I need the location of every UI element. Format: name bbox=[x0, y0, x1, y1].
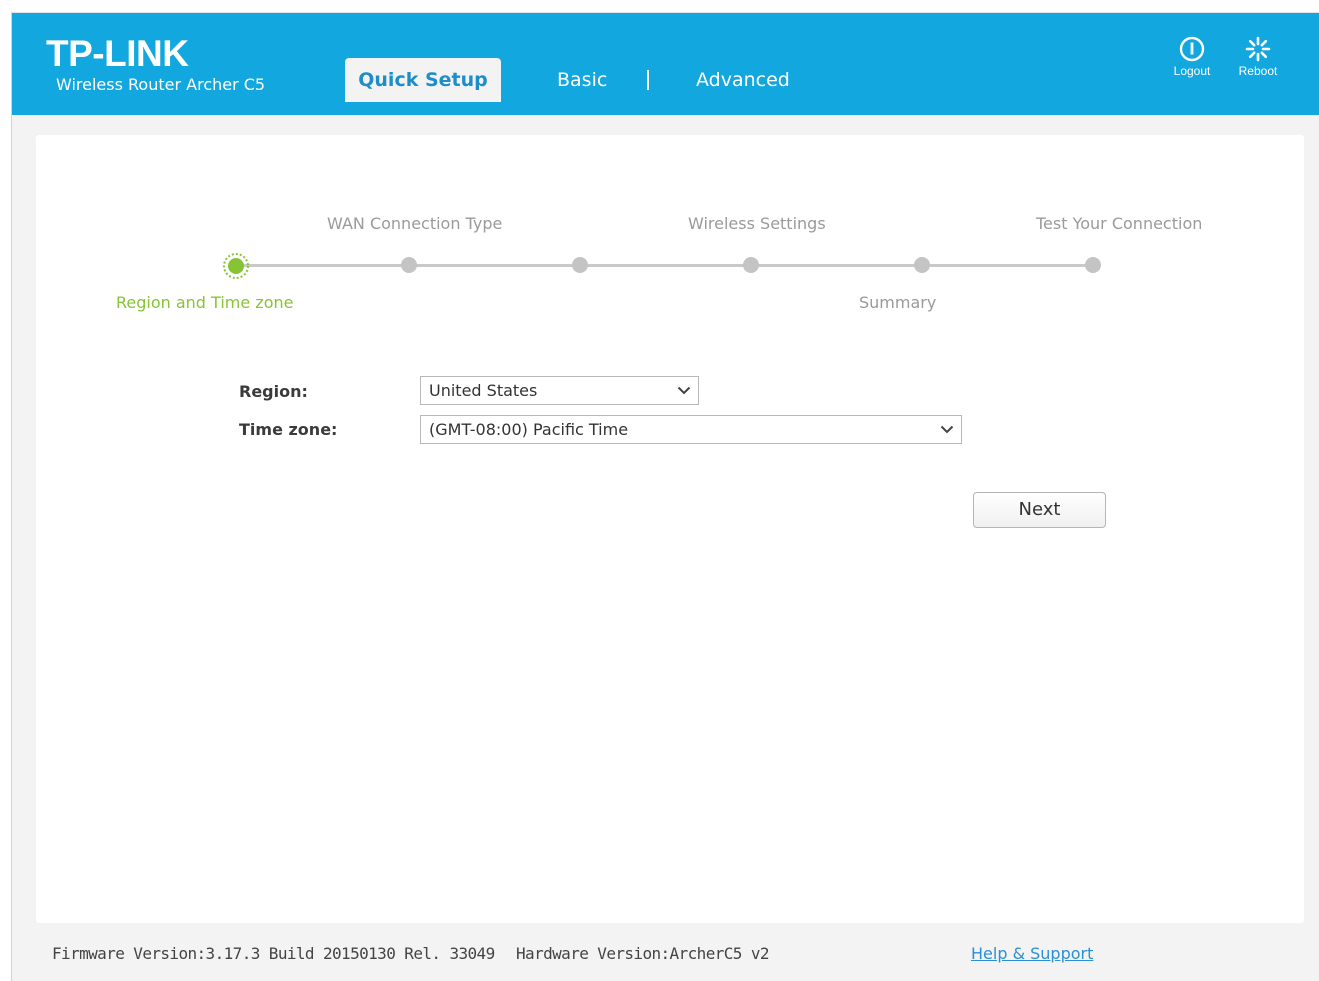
reboot-icon bbox=[1232, 36, 1284, 62]
step-label-wan: WAN Connection Type bbox=[327, 214, 503, 233]
step-label-region: Region and Time zone bbox=[116, 293, 294, 312]
logout-label: Logout bbox=[1173, 64, 1211, 78]
timezone-select[interactable]: (GMT-08:00) Pacific Time bbox=[420, 415, 962, 444]
region-label: Region: bbox=[239, 382, 308, 401]
help-support-link[interactable]: Help & Support bbox=[971, 944, 1093, 963]
power-icon bbox=[1166, 36, 1218, 62]
step-dot bbox=[1085, 257, 1101, 273]
step-label-wireless: Wireless Settings bbox=[688, 214, 826, 233]
chevron-down-icon bbox=[670, 377, 698, 404]
step-dot bbox=[914, 257, 930, 273]
progress-track bbox=[236, 264, 1094, 267]
tab-separator bbox=[647, 70, 649, 90]
reboot-label: Reboot bbox=[1238, 64, 1278, 78]
timezone-value: (GMT-08:00) Pacific Time bbox=[429, 420, 629, 439]
tab-quick-setup[interactable]: Quick Setup bbox=[345, 58, 501, 102]
region-select[interactable]: United States bbox=[420, 376, 699, 405]
step-dot bbox=[401, 257, 417, 273]
step-dot bbox=[572, 257, 588, 273]
step-label-test: Test Your Connection bbox=[1036, 214, 1203, 233]
brand-logo: TP-LINK bbox=[46, 33, 189, 74]
firmware-version: Firmware Version:3.17.3 Build 20150130 R… bbox=[52, 944, 495, 963]
reboot-button[interactable]: Reboot bbox=[1232, 36, 1284, 78]
tab-basic[interactable]: Basic bbox=[557, 58, 607, 102]
region-value: United States bbox=[429, 381, 538, 400]
device-model: Wireless Router Archer C5 bbox=[56, 75, 266, 94]
chevron-down-icon bbox=[933, 416, 961, 443]
logout-button[interactable]: Logout bbox=[1166, 36, 1218, 78]
step-dot bbox=[743, 257, 759, 273]
header-bar bbox=[12, 13, 1319, 115]
hardware-version: Hardware Version:ArcherC5 v2 bbox=[516, 944, 770, 963]
next-button[interactable]: Next bbox=[973, 492, 1106, 528]
step-label-summary: Summary bbox=[859, 293, 937, 312]
timezone-label: Time zone: bbox=[239, 420, 338, 439]
tab-advanced[interactable]: Advanced bbox=[696, 58, 790, 102]
step-dot-current bbox=[222, 252, 250, 280]
